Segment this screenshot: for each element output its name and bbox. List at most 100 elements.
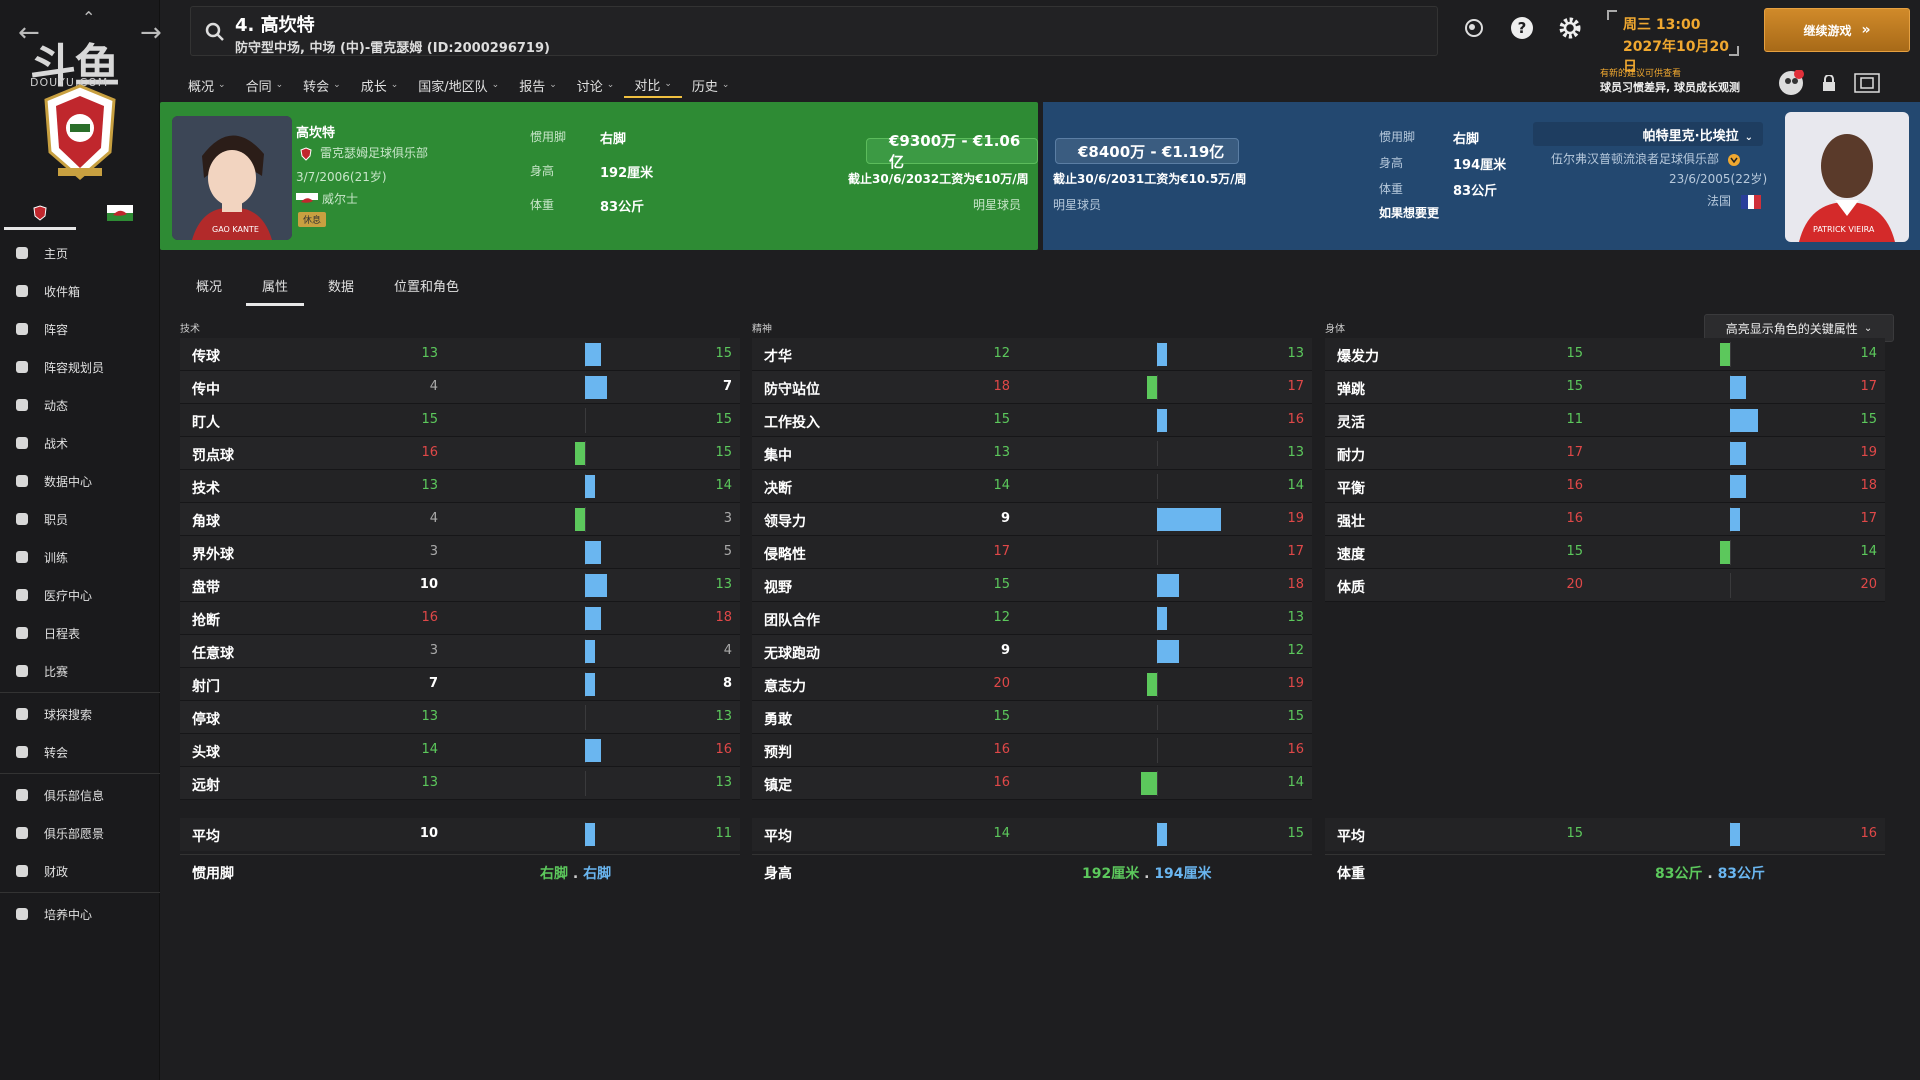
left-attribute-value: 13 (421, 346, 438, 361)
attribute-row[interactable]: 角球 4 3 (180, 503, 740, 536)
sidebar-item-6[interactable]: 战术 (0, 424, 160, 462)
attribute-row[interactable]: 灵活 11 15 (1325, 404, 1885, 437)
sidebar-item-16[interactable]: 俱乐部愿景 (0, 814, 160, 852)
attribute-row[interactable]: 远射 13 13 (180, 767, 740, 800)
comparison-bar (1730, 442, 1746, 465)
attribute-row[interactable]: 射门 7 8 (180, 668, 740, 701)
sidebar-item-18[interactable]: 培养中心 (0, 895, 160, 933)
attribute-row[interactable]: 盯人 15 15 (180, 404, 740, 437)
subnav-label: 概况 (188, 79, 215, 95)
comparison-bar (585, 640, 595, 663)
settings-gear-icon[interactable] (1556, 14, 1584, 42)
tab-4[interactable]: 位置和角色 (378, 268, 475, 306)
bar-area (1042, 474, 1272, 499)
attribute-row[interactable]: 抢断 16 18 (180, 602, 740, 635)
social-icon[interactable] (1460, 14, 1488, 42)
attribute-row[interactable]: 镇定 16 14 (752, 767, 1312, 800)
subnav-7[interactable]: 讨论 ⌄ (567, 72, 625, 98)
attribute-row[interactable]: 任意球 3 4 (180, 635, 740, 668)
club-tab-wales[interactable] (80, 196, 160, 230)
attribute-row[interactable]: 传中 4 7 (180, 371, 740, 404)
right-transfer-value[interactable]: €8400万 - €1.19亿 (1055, 138, 1240, 164)
attribute-row[interactable]: 爆发力 15 14 (1325, 338, 1885, 371)
subnav-3[interactable]: 转会 ⌄ (293, 72, 351, 98)
right-player-club-row[interactable]: 伍尔弗汉普顿流浪者足球俱乐部 (1551, 150, 1741, 167)
continue-game-button[interactable]: 继续游戏 » (1764, 8, 1910, 52)
left-attribute-value: 14 (993, 478, 1010, 493)
subnav-2[interactable]: 合同 ⌄ (236, 72, 294, 98)
attribute-row[interactable]: 头球 14 16 (180, 734, 740, 767)
sidebar-item-1[interactable]: 主页 (0, 234, 160, 272)
attribute-row[interactable]: 界外球 3 5 (180, 536, 740, 569)
attribute-row[interactable]: 勇敢 15 15 (752, 701, 1312, 734)
right-attribute-value: 5 (723, 544, 732, 559)
tab-2[interactable]: 属性 (246, 268, 305, 306)
sidebar-item-12[interactable]: 比赛 (0, 652, 160, 690)
attribute-row[interactable]: 罚点球 16 15 (180, 437, 740, 470)
player-search-box[interactable]: 4. 高坎特 防守型中场, 中场 (中)-雷克瑟姆 (ID:2000296719… (190, 6, 1438, 56)
club-tab-wrexham[interactable] (0, 196, 80, 230)
attribute-row[interactable]: 团队合作 12 13 (752, 602, 1312, 635)
attribute-row[interactable]: 技术 13 14 (180, 470, 740, 503)
attribute-row[interactable]: 停球 13 13 (180, 701, 740, 734)
sidebar-item-10[interactable]: 医疗中心 (0, 576, 160, 614)
attribute-row[interactable]: 侵略性 17 17 (752, 536, 1312, 569)
sidebar-item-7[interactable]: 数据中心 (0, 462, 160, 500)
attribute-name: 罚点球 (192, 448, 234, 464)
sidebar-item-13[interactable]: 球探搜索 (0, 695, 160, 733)
subnav-5[interactable]: 国家/地区队 ⌄ (408, 72, 509, 98)
sidebar-item-label: 战术 (44, 436, 69, 451)
subnav-4[interactable]: 成长 ⌄ (351, 72, 409, 98)
tab-1[interactable]: 概况 (180, 268, 238, 306)
screen-toggle-icon[interactable] (1854, 73, 1880, 93)
sidebar-item-11[interactable]: 日程表 (0, 614, 160, 652)
attribute-row[interactable]: 强壮 16 17 (1325, 503, 1885, 536)
sidebar-item-8[interactable]: 职员 (0, 500, 160, 538)
left-footer-value: 192厘米 (1082, 866, 1140, 882)
attribute-row[interactable]: 防守站位 18 17 (752, 371, 1312, 404)
sidebar-item-label: 动态 (44, 398, 69, 413)
subnav-8[interactable]: 对比 ⌄ (624, 72, 682, 98)
sidebar-item-17[interactable]: 财政 (0, 852, 160, 890)
attribute-row[interactable]: 意志力 20 19 (752, 668, 1312, 701)
attribute-row[interactable]: 决断 14 14 (752, 470, 1312, 503)
club-info-icon (12, 785, 32, 805)
advice-notice[interactable]: 有新的建议可供查看 球员习惯差异, 球员成长观测 (1600, 66, 1780, 95)
attribute-row[interactable]: 视野 15 18 (752, 569, 1312, 602)
attribute-row[interactable]: 领导力 9 19 (752, 503, 1312, 536)
subnav-1[interactable]: 概况 ⌄ (178, 72, 236, 98)
sidebar-item-15[interactable]: 俱乐部信息 (0, 776, 160, 814)
attribute-row[interactable]: 工作投入 15 16 (752, 404, 1312, 437)
attribute-row[interactable]: 无球跑动 9 12 (752, 635, 1312, 668)
left-attribute-value: 16 (993, 775, 1010, 790)
shirt-icon (12, 319, 32, 339)
forward-arrow-icon[interactable]: → (140, 18, 162, 48)
attribute-row[interactable]: 预判 16 16 (752, 734, 1312, 767)
tab-3[interactable]: 数据 (312, 268, 370, 306)
attribute-row[interactable]: 传球 13 15 (180, 338, 740, 371)
sidebar-item-9[interactable]: 训练 (0, 538, 160, 576)
compare-player-select[interactable]: 帕特里克·比埃拉 ⌄ (1533, 122, 1763, 146)
up-arrow-icon[interactable]: ⌃ (82, 8, 95, 27)
left-transfer-value[interactable]: €9300万 - €1.06亿 (866, 132, 1038, 171)
manager-avatar-icon[interactable] (1778, 70, 1804, 96)
attribute-row[interactable]: 体质 20 20 (1325, 569, 1885, 602)
left-player-club-row[interactable]: 雷克瑟姆足球俱乐部 (300, 144, 428, 161)
attribute-row[interactable]: 平衡 16 18 (1325, 470, 1885, 503)
attribute-row[interactable]: 耐力 17 19 (1325, 437, 1885, 470)
sidebar-item-2[interactable]: 收件箱 (0, 272, 160, 310)
subnav-9[interactable]: 历史 ⌄ (682, 72, 740, 98)
attribute-row[interactable]: 集中 13 13 (752, 437, 1312, 470)
attribute-row[interactable]: 盘带 10 13 (180, 569, 740, 602)
help-icon[interactable]: ? (1508, 14, 1536, 42)
sidebar-item-3[interactable]: 阵容 (0, 310, 160, 348)
club-crest-icon[interactable] (40, 82, 120, 180)
attribute-row[interactable]: 速度 15 14 (1325, 536, 1885, 569)
sidebar-item-5[interactable]: 动态 (0, 386, 160, 424)
sidebar-item-14[interactable]: 转会 (0, 733, 160, 771)
lock-icon[interactable] (1822, 75, 1836, 91)
attribute-row[interactable]: 弹跳 15 17 (1325, 371, 1885, 404)
sidebar-item-4[interactable]: 阵容规划员 (0, 348, 160, 386)
subnav-6[interactable]: 报告 ⌄ (509, 72, 567, 98)
attribute-row[interactable]: 才华 12 13 (752, 338, 1312, 371)
